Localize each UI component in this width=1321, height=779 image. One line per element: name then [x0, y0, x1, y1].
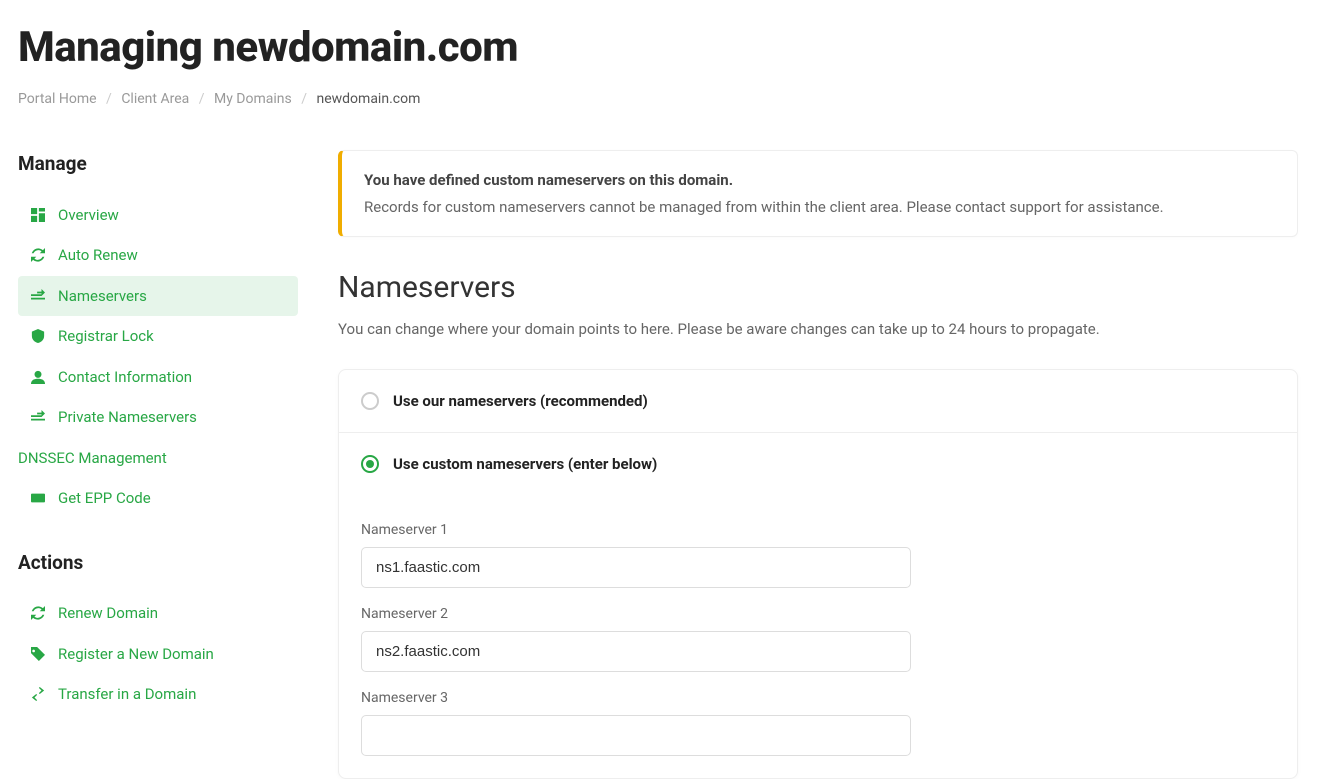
breadcrumb-link[interactable]: Portal Home — [18, 91, 97, 107]
breadcrumb-link[interactable]: My Domains — [214, 91, 292, 107]
nameserver-form: Nameserver 1 Nameserver 2 Nameserver 3 — [339, 496, 1297, 778]
refresh-icon — [30, 248, 46, 262]
radio-option-default[interactable]: Use our nameservers (recommended) — [339, 370, 1297, 434]
sidebar-item-registrarlock[interactable]: Registrar Lock — [18, 316, 298, 357]
share-icon — [30, 289, 46, 303]
sidebar-item-contactinfo[interactable]: Contact Information — [18, 357, 298, 398]
exchange-icon — [30, 687, 46, 701]
ns3-input[interactable] — [361, 715, 911, 756]
refresh-icon — [30, 606, 46, 620]
sidebar-item-register[interactable]: Register a New Domain — [18, 634, 298, 675]
sidebar-item-label: Private Nameservers — [58, 406, 197, 429]
sidebar-item-label: Auto Renew — [58, 244, 138, 267]
sidebar-item-label: Nameservers — [58, 285, 147, 308]
radio-option-custom[interactable]: Use custom nameservers (enter below) — [339, 433, 1297, 496]
radio-icon — [361, 455, 379, 473]
sidebar-item-label: Registrar Lock — [58, 325, 154, 348]
sidebar-item-transfer[interactable]: Transfer in a Domain — [18, 674, 298, 715]
breadcrumb: Portal Home / Client Area / My Domains /… — [18, 89, 1303, 110]
sidebar-item-label: Overview — [58, 204, 119, 227]
ns2-label: Nameserver 2 — [361, 604, 1275, 625]
sidebar-item-label: DNSSEC Management — [18, 447, 167, 470]
breadcrumb-sep: / — [295, 91, 313, 107]
page-title: Managing newdomain.com — [18, 16, 1303, 79]
sidebar-item-label: Register a New Domain — [58, 643, 214, 666]
sidebar-item-privatens[interactable]: Private Nameservers — [18, 397, 298, 438]
sidebar-item-label: Get EPP Code — [58, 487, 151, 510]
sidebar-item-label: Renew Domain — [58, 602, 158, 625]
sidebar-item-renew[interactable]: Renew Domain — [18, 593, 298, 634]
breadcrumb-sep: / — [100, 91, 118, 107]
sidebar-manage-title: Manage — [18, 150, 298, 179]
ticket-icon — [30, 491, 46, 505]
radio-label: Use custom nameservers (enter below) — [393, 453, 657, 476]
main-content: You have defined custom nameservers on t… — [338, 150, 1298, 779]
nameserver-panel: Use our nameservers (recommended) Use cu… — [338, 369, 1298, 779]
user-icon — [30, 370, 46, 384]
radio-icon — [361, 392, 379, 410]
dashboard-icon — [30, 208, 46, 222]
alert-body: Records for custom nameservers cannot be… — [364, 196, 1275, 219]
sidebar-item-label: Contact Information — [58, 366, 192, 389]
section-title: Nameservers — [338, 265, 1298, 310]
ns3-label: Nameserver 3 — [361, 688, 1275, 709]
sidebar-item-nameservers[interactable]: Nameservers — [18, 276, 298, 317]
ns2-input[interactable] — [361, 631, 911, 672]
sidebar-item-label: Transfer in a Domain — [58, 683, 196, 706]
breadcrumb-sep: / — [193, 91, 211, 107]
tag-icon — [30, 647, 46, 661]
sidebar: Manage Overview Auto Renew — [18, 150, 298, 779]
share-icon — [30, 410, 46, 424]
alert-warning: You have defined custom nameservers on t… — [338, 150, 1298, 237]
breadcrumb-current: newdomain.com — [316, 91, 420, 107]
radio-label: Use our nameservers (recommended) — [393, 390, 648, 413]
sidebar-item-eppcode[interactable]: Get EPP Code — [18, 478, 298, 519]
sidebar-item-overview[interactable]: Overview — [18, 195, 298, 236]
sidebar-actions-title: Actions — [18, 549, 298, 578]
sidebar-item-autorenew[interactable]: Auto Renew — [18, 235, 298, 276]
ns1-input[interactable] — [361, 547, 911, 588]
alert-title: You have defined custom nameservers on t… — [364, 169, 1275, 192]
shield-icon — [30, 329, 46, 343]
ns1-label: Nameserver 1 — [361, 520, 1275, 541]
sidebar-item-dnssec[interactable]: DNSSEC Management — [18, 438, 298, 479]
section-subtitle: You can change where your domain points … — [338, 318, 1298, 341]
breadcrumb-link[interactable]: Client Area — [121, 91, 189, 107]
